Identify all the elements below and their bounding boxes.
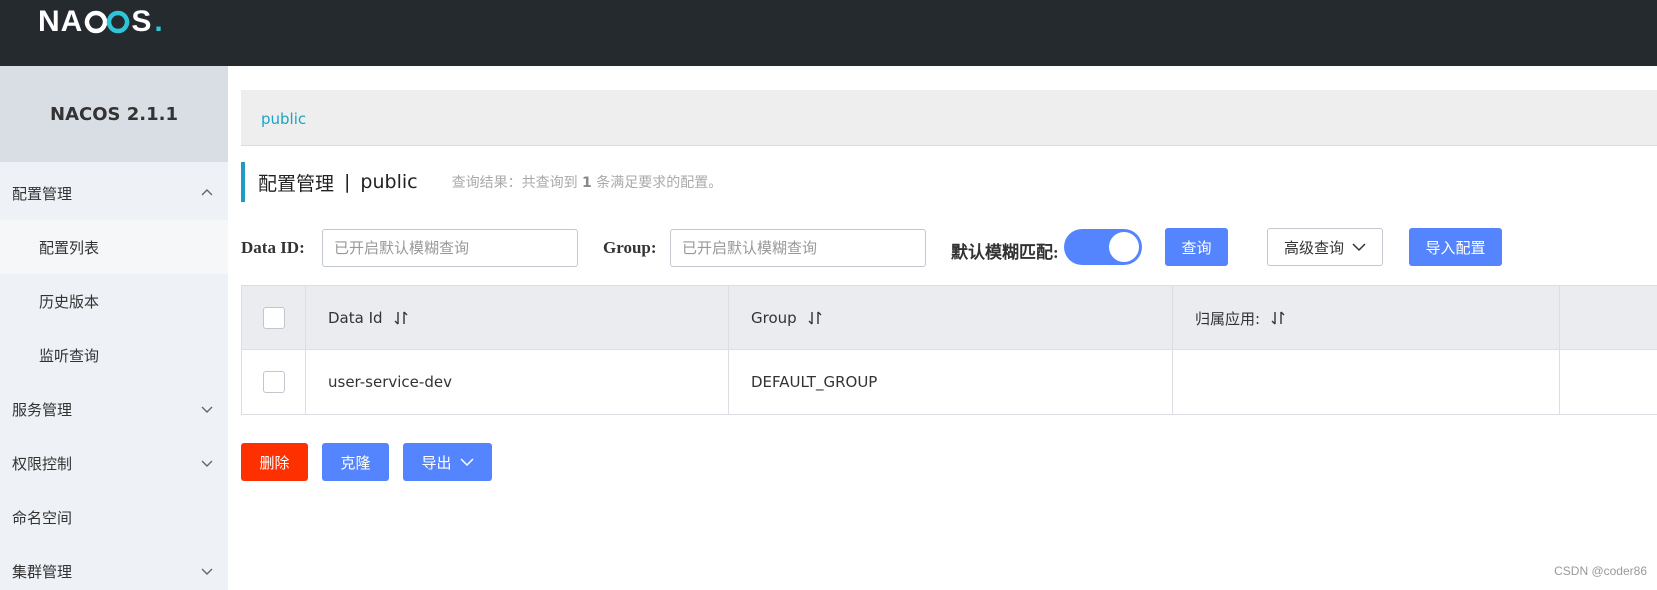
import-config-button[interactable]: 导入配置	[1409, 228, 1502, 266]
column-header-more	[1560, 286, 1657, 350]
fuzzy-match-switch[interactable]	[1064, 229, 1142, 265]
query-result-summary: 查询结果：共查询到 1 条满足要求的配置。	[452, 172, 723, 192]
sidebar-item-namespace[interactable]: 命名空间	[0, 490, 228, 544]
delete-button[interactable]: 删除	[241, 443, 308, 481]
query-button[interactable]: 查询	[1165, 228, 1228, 266]
result-count: 1	[582, 175, 592, 191]
page-title-namespace: public	[360, 171, 418, 193]
sidebar-item-access-control[interactable]: 权限控制	[0, 436, 228, 490]
namespace-link-public[interactable]: public	[261, 110, 306, 128]
chevron-down-icon	[201, 460, 213, 467]
watermark: CSDN @coder86	[1554, 564, 1647, 578]
group-input[interactable]: 已开启默认模糊查询	[670, 229, 926, 267]
clone-button[interactable]: 克隆	[322, 443, 389, 481]
column-header-data-id[interactable]: Data Id	[306, 286, 729, 350]
namespace-bar: public	[241, 90, 1657, 146]
sidebar-item-config-list[interactable]: 配置列表	[0, 220, 228, 274]
export-button[interactable]: 导出	[403, 443, 492, 481]
sidebar-item-label: 集群管理	[12, 562, 73, 581]
column-header-label: Data Id	[328, 309, 383, 327]
sidebar: NACOS 2.1.1 配置管理 配置列表 历史版本 监听查询 服务管理 权限控…	[0, 66, 228, 590]
result-prefix: 查询结果：共查询到	[451, 175, 578, 191]
sidebar-item-service-management[interactable]: 服务管理	[0, 382, 228, 436]
group-value: DEFAULT_GROUP	[751, 373, 878, 391]
advanced-query-label: 高级查询	[1283, 238, 1344, 257]
data-id-label: Data ID:	[241, 238, 305, 257]
cell-data-id: user-service-dev	[306, 350, 729, 414]
main-content: public 配置管理 | public 查询结果：共查询到 1 条满足要求的配…	[228, 66, 1657, 590]
logo-dot: .	[154, 5, 164, 38]
sidebar-item-cluster-management[interactable]: 集群管理	[0, 544, 228, 590]
export-label: 导出	[421, 453, 452, 472]
top-navbar: NA S .	[0, 0, 1657, 66]
sidebar-item-label: 配置列表	[39, 238, 100, 257]
sidebar-item-label: 命名空间	[12, 508, 73, 527]
sidebar-item-label: 监听查询	[39, 346, 100, 365]
sort-icon[interactable]	[393, 310, 409, 326]
column-header-label: Group	[751, 309, 797, 327]
nacos-logo[interactable]: NA S .	[38, 4, 164, 40]
chevron-down-icon	[201, 568, 213, 575]
sidebar-item-label: 历史版本	[39, 292, 100, 311]
data-id-value: user-service-dev	[328, 373, 452, 391]
advanced-query-button[interactable]: 高级查询	[1267, 228, 1383, 266]
sidebar-item-label: 服务管理	[12, 400, 73, 419]
header-checkbox-cell	[242, 286, 306, 350]
sort-icon[interactable]	[807, 310, 823, 326]
data-id-input[interactable]: 已开启默认模糊查询	[322, 229, 578, 267]
sidebar-item-history[interactable]: 历史版本	[0, 274, 228, 328]
result-suffix: 条满足要求的配置。	[596, 175, 723, 191]
chevron-up-icon	[201, 189, 213, 196]
filter-bar: Data ID: 已开启默认模糊查询 Group: 已开启默认模糊查询 默认模糊…	[241, 228, 1657, 268]
title-separator: |	[344, 171, 351, 193]
column-header-app[interactable]: 归属应用:	[1173, 286, 1560, 350]
page-title-main: 配置管理	[258, 172, 335, 195]
logo-text-left: NA	[38, 5, 84, 38]
select-all-checkbox[interactable]	[263, 307, 285, 329]
cell-more	[1560, 350, 1657, 414]
row-checkbox[interactable]	[263, 371, 285, 393]
column-header-label: 归属应用:	[1195, 309, 1261, 328]
page-title: 配置管理 | public 查询结果：共查询到 1 条满足要求的配置。	[241, 162, 722, 202]
chevron-down-icon	[1352, 243, 1366, 252]
table-row[interactable]: user-service-dev DEFAULT_GROUP	[242, 350, 1657, 414]
sidebar-item-label: 配置管理	[12, 184, 73, 203]
fuzzy-match-label: 默认模糊匹配:	[951, 243, 1059, 262]
chevron-down-icon	[201, 406, 213, 413]
chevron-down-icon	[459, 458, 474, 467]
switch-knob	[1109, 232, 1139, 262]
cell-app	[1173, 350, 1560, 414]
sort-icon[interactable]	[1270, 310, 1286, 326]
infinity-icon	[84, 9, 130, 35]
logo-text-right: S	[131, 5, 153, 38]
group-label: Group:	[603, 238, 657, 257]
table-header: Data Id Group 归属应用:	[242, 286, 1657, 350]
column-header-group[interactable]: Group	[729, 286, 1173, 350]
cell-group: DEFAULT_GROUP	[729, 350, 1173, 414]
row-checkbox-cell	[242, 350, 306, 414]
sidebar-item-label: 权限控制	[12, 454, 73, 473]
config-table: Data Id Group 归属应用: user-service-dev DEF…	[241, 285, 1657, 415]
sidebar-item-listener-query[interactable]: 监听查询	[0, 328, 228, 382]
version-label: NACOS 2.1.1	[0, 66, 228, 162]
sidebar-item-config-management[interactable]: 配置管理	[0, 166, 228, 220]
